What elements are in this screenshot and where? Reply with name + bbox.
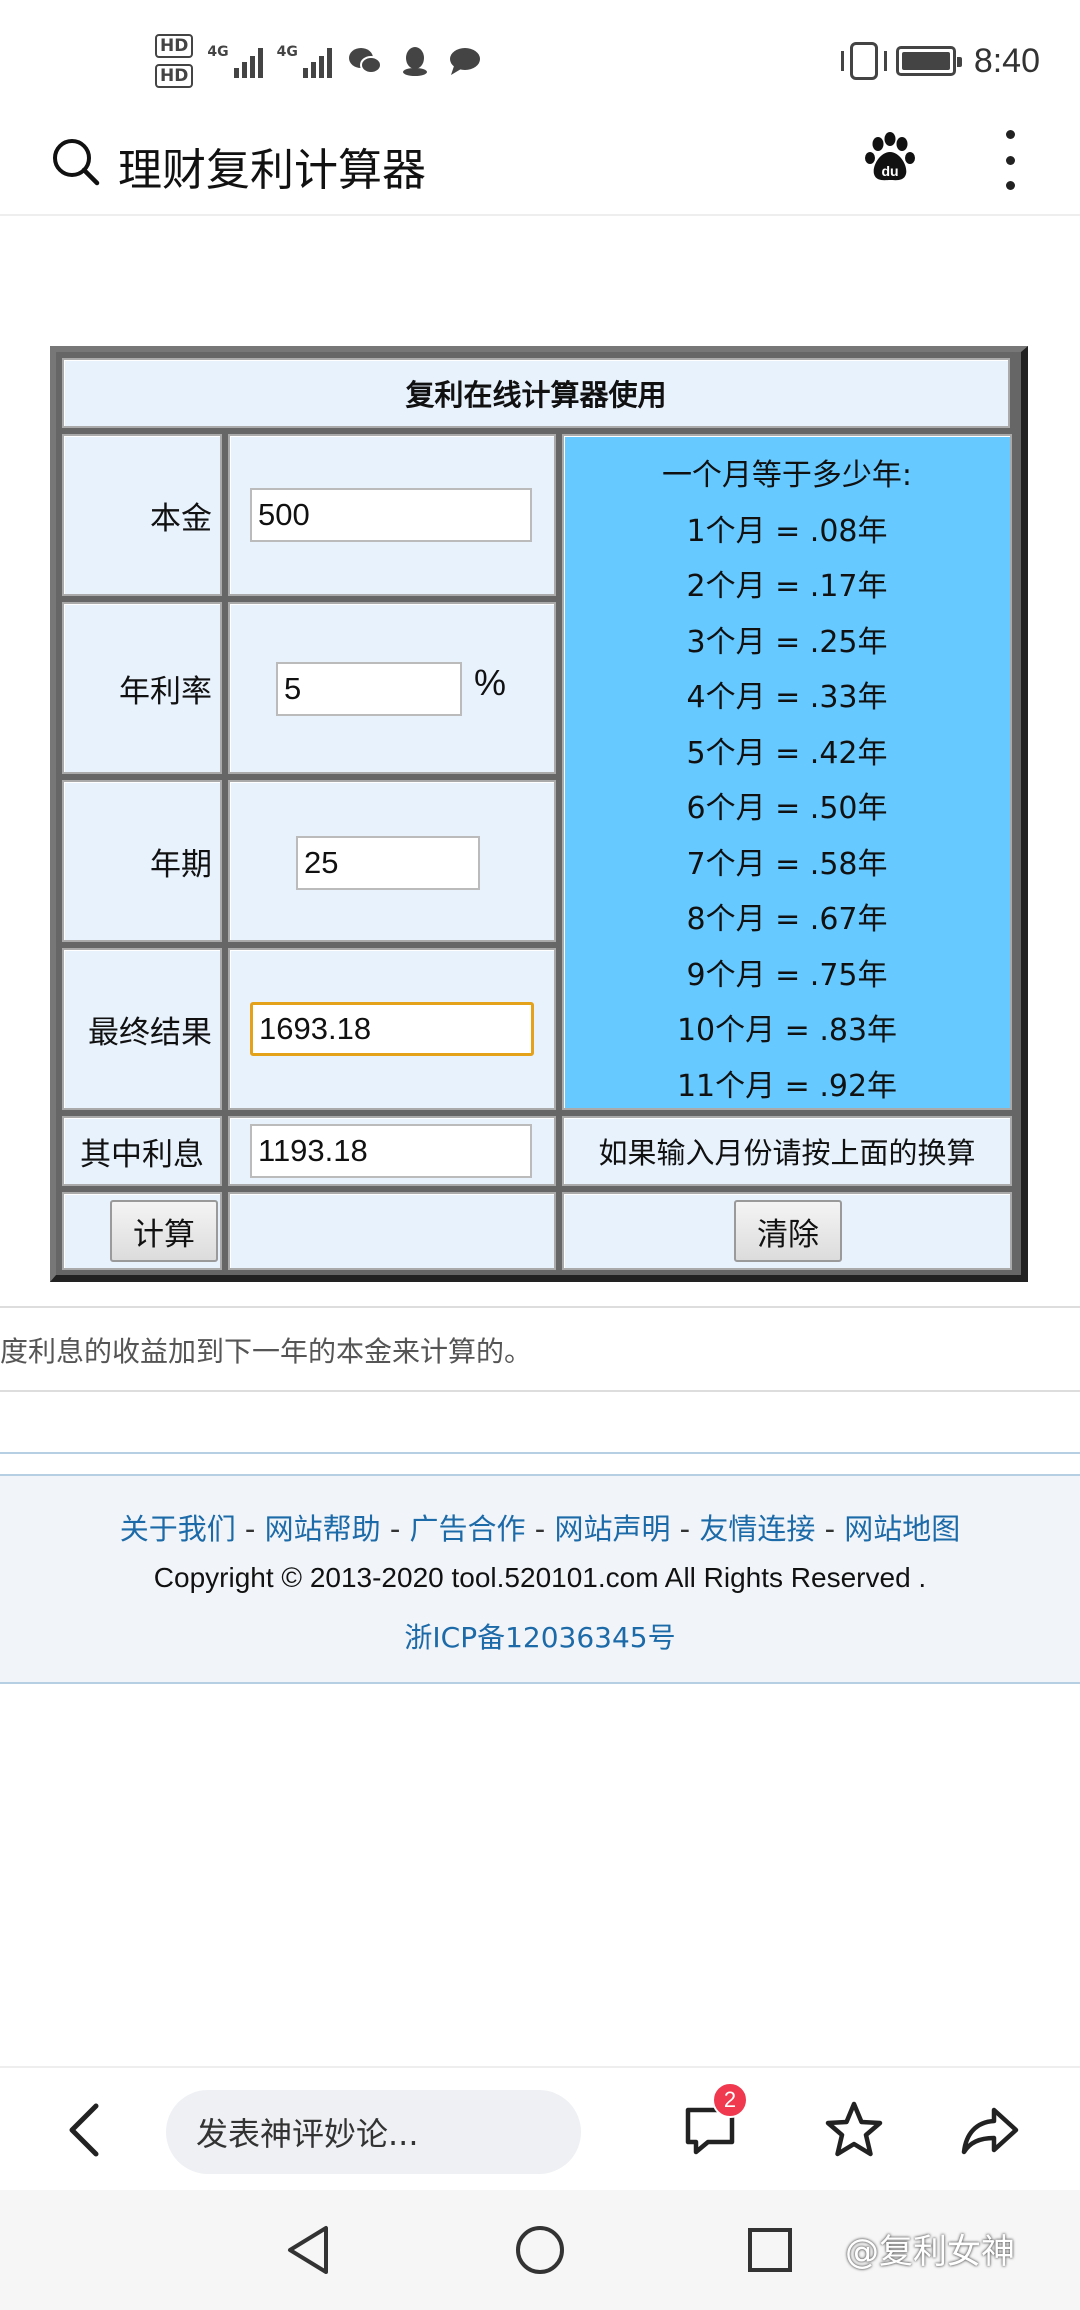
result-label: 最终结果 — [62, 948, 222, 1110]
footer-copyright: Copyright © 2013-2020 tool.520101.com Al… — [153, 1562, 927, 1593]
hd-indicators: HD HD — [155, 34, 194, 88]
nav-back-icon[interactable] — [280, 2220, 340, 2280]
signal-icon-1: 4G — [207, 44, 263, 78]
calculate-button[interactable]: 计算 — [110, 1200, 218, 1262]
baidu-paw-icon[interactable]: du — [860, 128, 920, 188]
footer-link-statement[interactable]: 网站声明 — [554, 1512, 670, 1546]
footer-divider — [0, 1452, 1080, 1454]
page-title: 理财复利计算器 — [118, 145, 426, 196]
conversion-row: 3个月 = .25年 — [686, 624, 888, 660]
footer-separator: - — [670, 1512, 700, 1546]
principal-cell: 500 — [228, 434, 556, 596]
battery-icon — [895, 46, 962, 76]
interest-cell: 1193.18 — [228, 1116, 556, 1186]
rate-cell: 5 % — [228, 602, 556, 774]
calculator-title: 复利在线计算器使用 — [62, 358, 1010, 428]
conversion-row: 1个月 = .08年 — [686, 513, 888, 549]
vibrate-icon — [840, 42, 887, 80]
description-text: 度利息的收益加到下一年的本金来计算的。 — [0, 1335, 533, 1368]
footer-separator: - — [525, 1512, 555, 1546]
calc-button-cell: 计算 — [62, 1192, 222, 1270]
search-icon[interactable] — [50, 136, 102, 188]
bottom-action-bar: 发表神评妙论... 2 — [0, 2066, 1080, 2190]
more-menu-icon[interactable] — [1000, 130, 1020, 190]
rate-unit: % — [474, 662, 507, 703]
qq-icon — [398, 46, 432, 76]
result-input[interactable]: 1693.18 — [250, 1002, 534, 1056]
clear-button-cell: 清除 — [562, 1192, 1012, 1270]
conversion-row: 4个月 = .33年 — [686, 680, 888, 715]
conversion-row: 6个月 = .50年 — [686, 791, 888, 826]
footer-icp-link[interactable]: 浙ICP备12036345号 — [0, 1616, 1080, 1656]
principal-input[interactable]: 500 — [250, 488, 532, 542]
nav-recents-icon[interactable] — [740, 2220, 800, 2280]
nav-home-icon[interactable] — [510, 2220, 570, 2280]
footer: 关于我们 - 网站帮助 - 广告合作 - 网站声明 - 友情连接 - 网站地图 … — [0, 1474, 1080, 1684]
comment-input[interactable]: 发表神评妙论... — [166, 2090, 581, 2174]
share-icon[interactable] — [958, 2098, 1022, 2162]
signal-icon-2: 4G — [277, 44, 332, 78]
calculator-table: 复利在线计算器使用 本金 500 年利率 5 % 年期 25 最终结果 1693… — [50, 346, 1028, 1282]
footer-separator: - — [815, 1512, 845, 1546]
hd-badge-1: HD — [155, 34, 194, 58]
comment-count-badge: 2 — [712, 2082, 748, 2118]
network-type-1: 4G — [207, 44, 229, 60]
clock: 8:40 — [973, 41, 1040, 80]
footer-link-sitemap[interactable]: 网站地图 — [844, 1512, 960, 1546]
back-chevron-icon[interactable] — [60, 2098, 110, 2162]
month-hint: 如果输入月份请按上面的换算 — [562, 1116, 1012, 1186]
conversion-row: 2个月 = .17年 — [686, 569, 888, 604]
svg-text:du: du — [881, 163, 898, 179]
result-cell: 1693.18 — [228, 948, 556, 1110]
status-left: HD HD 4G 4G — [155, 26, 482, 96]
footer-separator: - — [380, 1512, 410, 1546]
conversion-row: 11个月 = .92年 — [676, 1068, 898, 1104]
interest-label: 其中利息 — [62, 1116, 222, 1186]
conversion-row: 8个月 = .67年 — [686, 902, 888, 937]
period-input[interactable]: 25 — [296, 836, 480, 890]
footer-link-about[interactable]: 关于我们 — [120, 1512, 236, 1546]
conversion-row: 7个月 = .58年 — [686, 846, 888, 882]
footer-separator: - — [235, 1512, 265, 1546]
wechat-icon — [348, 46, 382, 76]
conversion-row: 5个月 = .42年 — [686, 735, 888, 771]
conversion-row: 9个月 = .75年 — [686, 957, 888, 993]
interest-input[interactable]: 1193.18 — [250, 1124, 532, 1178]
rate-label: 年利率 — [62, 602, 222, 774]
watermark: @复利女神 — [845, 2232, 1015, 2272]
month-conversion-panel: 一个月等于多少年: 1个月 = .08年 2个月 = .17年 3个月 = .2… — [562, 434, 1012, 1110]
period-label: 年期 — [62, 780, 222, 942]
conversion-row: 10个月 = .83年 — [676, 1013, 898, 1048]
empty-cell — [228, 1192, 556, 1270]
period-cell: 25 — [228, 780, 556, 942]
status-bar: HD HD 4G 4G 8:40 — [0, 0, 1080, 120]
conversion-title: 一个月等于多少年: — [661, 458, 913, 493]
star-icon[interactable] — [822, 2098, 886, 2162]
principal-label: 本金 — [62, 434, 222, 596]
title-bar: 理财复利计算器 du — [0, 120, 1080, 216]
message-icon — [448, 46, 482, 76]
footer-link-help[interactable]: 网站帮助 — [265, 1512, 381, 1546]
rate-input[interactable]: 5 — [276, 662, 462, 716]
clear-button[interactable]: 清除 — [734, 1200, 842, 1262]
hd-badge-2: HD — [155, 64, 194, 88]
footer-links: 关于我们 - 网站帮助 - 广告合作 - 网站声明 - 友情连接 - 网站地图 — [0, 1506, 1080, 1548]
status-right: 8:40 — [840, 36, 1040, 86]
network-type-2: 4G — [276, 44, 298, 60]
footer-link-friends[interactable]: 友情连接 — [699, 1512, 815, 1546]
footer-link-ads[interactable]: 广告合作 — [410, 1512, 526, 1546]
system-nav-bar: @复利女神 — [0, 2190, 1080, 2310]
